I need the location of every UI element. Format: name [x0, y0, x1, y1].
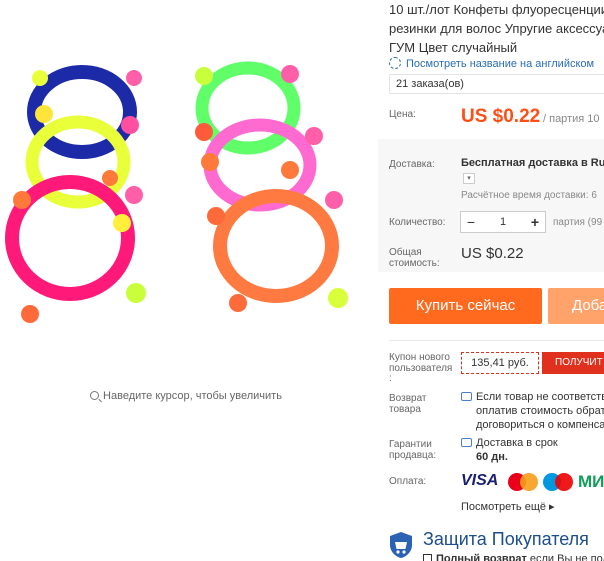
zoom-hint: Наведите курсор, чтобы увеличить — [0, 390, 372, 402]
buy-now-button[interactable]: Купить сейчас — [389, 288, 542, 324]
visa-logo: VISA — [461, 472, 499, 489]
quantity-input[interactable]: 1 — [483, 212, 523, 232]
more-payment-link[interactable]: Посмотреть ещё ▸ — [461, 500, 555, 513]
quantity-decrease-button[interactable]: − — [461, 212, 481, 232]
returns-text-line-3: договориться о компенса — [476, 419, 604, 431]
guarantee-label-line-1: Гарантии — [389, 439, 432, 450]
quantity-available: партия (99 — [553, 217, 603, 228]
shipping-label: Доставка: — [389, 159, 435, 170]
full-refund-line: Полный возврат если Вы не полу — [423, 553, 604, 561]
check-icon — [423, 554, 432, 561]
magnifier-icon — [90, 391, 100, 400]
shield-icon — [390, 532, 412, 558]
maestro-logo — [543, 473, 573, 491]
product-image[interactable] — [0, 50, 372, 350]
orders-count: 21 заказа(ов) — [389, 74, 604, 94]
payment-label: Оплата: — [389, 476, 427, 487]
quantity-increase-button[interactable]: + — [525, 212, 545, 232]
product-title: 10 шт./лот Конфеты флуоресценции резинки… — [389, 0, 604, 57]
get-coupon-button[interactable]: ПОЛУЧИТ — [542, 352, 604, 374]
shipping-dropdown-icon[interactable]: ▾ — [463, 173, 475, 184]
product-gallery: Наведите курсор, чтобы увеличить — [0, 0, 372, 561]
guarantee-days: 60 дн. — [476, 451, 508, 463]
mir-logo: МИ — [578, 472, 604, 491]
shipping-method[interactable]: Бесплатная доставка в Russ — [461, 157, 604, 169]
total-value: US $0.22 — [461, 245, 524, 262]
add-to-cart-button[interactable]: Доба — [548, 288, 604, 324]
mastercard-logo — [508, 473, 538, 491]
refund-bold-text: Полный возврат — [436, 553, 527, 561]
coupon-label-line-1: Купон нового — [389, 352, 450, 363]
guarantee-text-1: Доставка в срок — [476, 437, 558, 449]
price-unit: / партия 10 — [543, 113, 600, 125]
guarantee-text-line-1: Доставка в срок — [461, 436, 558, 450]
coupon-amount: 135,41 руб. — [461, 352, 539, 374]
quantity-label: Количество: — [389, 217, 446, 228]
returns-label-line-1: Возврат — [389, 393, 427, 404]
product-title-line-3: ГУМ Цвет случайный — [389, 40, 518, 55]
returns-label-line-2: товара — [389, 404, 421, 415]
coupon-label-line-2: пользователя — [389, 363, 453, 374]
quantity-stepper: − 1 + — [460, 211, 546, 233]
delivery-guarantee-icon — [461, 438, 472, 447]
guarantee-label-line-2: продавца: — [389, 450, 437, 461]
return-policy-icon — [461, 392, 472, 401]
translate-icon — [389, 57, 401, 69]
product-title-line-1: 10 шт./лот Конфеты флуоресценции — [389, 2, 604, 17]
buyer-protection-title: Защита Покупателя — [423, 529, 589, 549]
returns-text-1: Если товар не соответству — [476, 391, 604, 403]
product-title-line-2: резинки для волос Упругие аксессуары — [389, 21, 604, 36]
zoom-hint-text: Наведите курсор, чтобы увеличить — [103, 390, 282, 402]
divider — [389, 340, 604, 341]
translate-title-link[interactable]: Посмотреть название на английском — [389, 57, 594, 70]
price-value: US $0.22 — [461, 106, 541, 127]
total-label-line-2: стоимость: — [389, 258, 440, 269]
refund-rest-text: если Вы не полу — [529, 553, 604, 561]
translate-link-text[interactable]: Посмотреть название на английском — [406, 58, 594, 70]
returns-text-line-2: оплатив стоимость обрат — [476, 405, 604, 417]
coupon-label-line-3: : — [389, 373, 392, 384]
product-info-panel: 10 шт./лот Конфеты флуоресценции резинки… — [372, 0, 604, 561]
delivery-time: Расчётное время доставки: 6 — [461, 190, 597, 201]
total-label-line-1: Общая — [389, 247, 422, 258]
returns-text-line-1: Если товар не соответству — [461, 390, 604, 404]
price-label: Цена: — [389, 109, 416, 120]
